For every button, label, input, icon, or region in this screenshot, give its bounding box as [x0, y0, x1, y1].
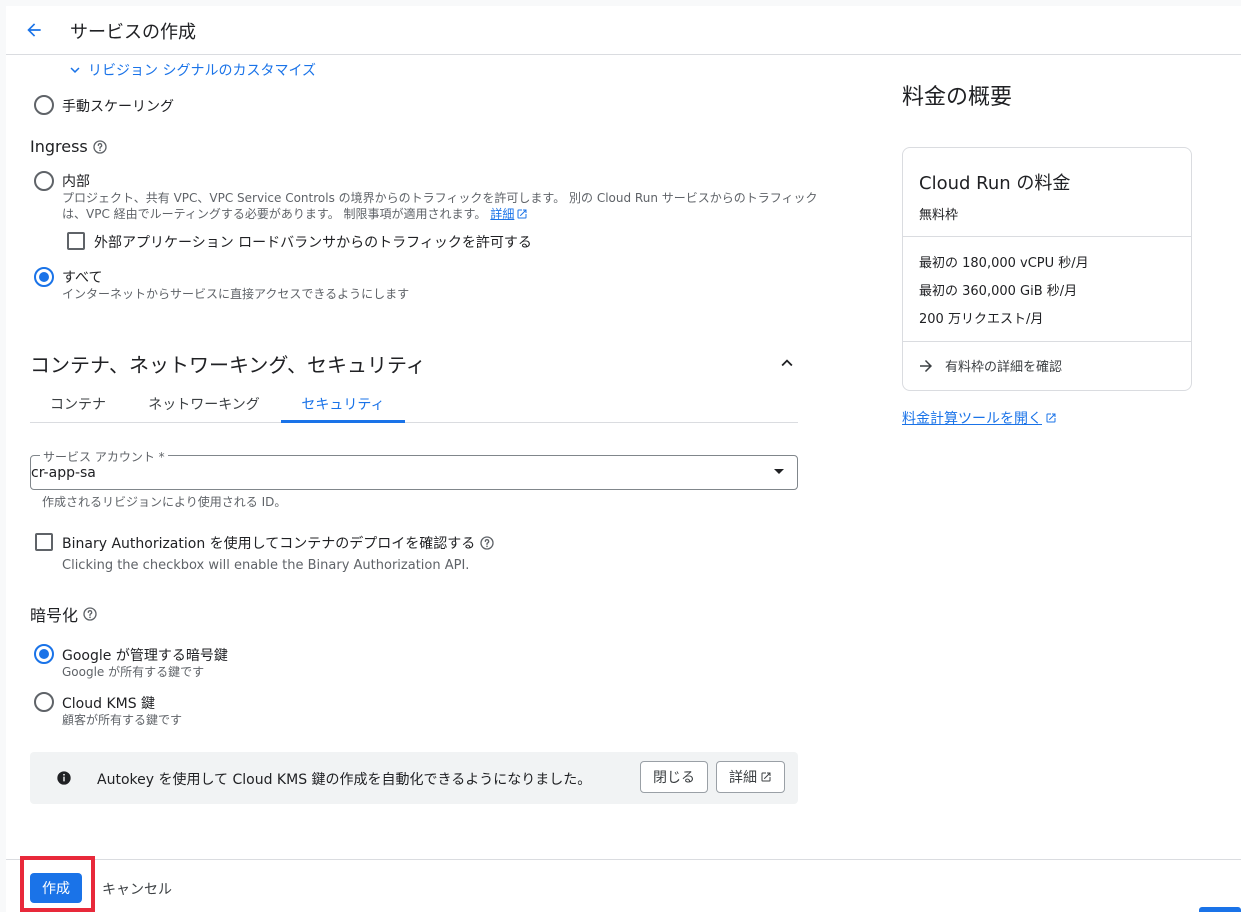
- collapse-section-button[interactable]: [776, 352, 798, 378]
- cancel-button[interactable]: キャンセル: [102, 879, 172, 899]
- help-icon[interactable]: [92, 139, 108, 155]
- ingress-details-link[interactable]: 詳細: [490, 206, 514, 222]
- header: サービスの作成: [6, 6, 1241, 55]
- pricing-card-divider-2: [903, 341, 1191, 342]
- pricing-item-3: 200 万リクエスト/月: [919, 312, 1044, 327]
- encryption-heading: 暗号化: [30, 602, 98, 626]
- service-account-hint: 作成されるリビジョンにより使用される ID。: [42, 495, 287, 509]
- manual-scaling-radio[interactable]: [34, 95, 54, 115]
- binary-auth-row: Binary Authorization を使用してコンテナのデプロイを確認する: [62, 533, 495, 553]
- page-title: サービスの作成: [70, 22, 196, 43]
- autokey-banner-text: Autokey を使用して Cloud KMS 鍵の作成を自動化できるようになり…: [97, 772, 592, 788]
- ingress-internal-desc-1: プロジェクト、共有 VPC、VPC Service Controls の境界から…: [62, 191, 818, 205]
- tab-active-indicator: [281, 420, 405, 423]
- info-icon: [57, 771, 71, 785]
- banner-close-label: 閉じる: [653, 770, 695, 786]
- pricing-card: Cloud Run の料金 無料枠 最初の 180,000 vCPU 秒/月 最…: [902, 147, 1192, 391]
- arrow-forward-icon: [920, 359, 932, 372]
- tab-networking[interactable]: ネットワーキング: [136, 394, 272, 414]
- chevron-up-icon: [781, 359, 793, 367]
- ingress-internal-radio[interactable]: [34, 171, 54, 191]
- open-in-new-icon: [517, 209, 527, 219]
- service-account-select[interactable]: サービス アカウント * cr-app-sa: [30, 448, 798, 490]
- tab-container[interactable]: コンテナ: [30, 394, 126, 414]
- help-icon[interactable]: [479, 535, 495, 551]
- external-lb-checkbox[interactable]: [67, 232, 85, 250]
- google-key-desc: Google が所有する鍵です: [62, 665, 205, 679]
- banner-details-label: 詳細: [729, 770, 757, 786]
- google-key-radio[interactable]: [34, 644, 54, 664]
- ingress-all-radio[interactable]: [34, 267, 54, 287]
- kms-key-label: Cloud KMS 鍵: [62, 696, 156, 712]
- dropdown-arrow-icon: [774, 469, 784, 474]
- binary-auth-desc: Clicking the checkbox will enable the Bi…: [62, 558, 470, 573]
- pricing-card-divider-1: [903, 236, 1191, 237]
- kms-key-desc: 顧客が所有する鍵です: [62, 713, 183, 727]
- banner-close-button[interactable]: 閉じる: [640, 761, 708, 793]
- help-icon[interactable]: [82, 606, 98, 622]
- ingress-all-label: すべて: [62, 270, 103, 286]
- pricing-item-2: 最初の 360,000 GiB 秒/月: [919, 284, 1078, 299]
- ingress-all-desc: インターネットからサービスに直接アクセスできるようにします: [62, 287, 410, 301]
- banner-details-button[interactable]: 詳細: [716, 761, 785, 793]
- revision-signals-toggle[interactable]: リビジョン シグナルのカスタマイズ: [66, 60, 316, 80]
- tab-security[interactable]: セキュリティ: [281, 394, 405, 414]
- paid-tier-details-label: 有料枠の詳細を確認: [945, 360, 1063, 375]
- pricing-item-1: 最初の 180,000 vCPU 秒/月: [919, 256, 1089, 271]
- pricing-card-subtitle: 無料枠: [919, 208, 959, 223]
- binary-auth-checkbox[interactable]: [35, 533, 53, 551]
- google-key-label: Google が管理する暗号鍵: [62, 648, 228, 664]
- tabs-divider: [30, 422, 798, 423]
- pricing-calculator-label: 料金計算ツールを開く: [902, 411, 1042, 427]
- external-lb-label: 外部アプリケーション ロードバランサからのトラフィックを許可する: [94, 235, 532, 251]
- create-button-label: 作成: [42, 881, 70, 897]
- service-account-label: サービス アカウント *: [40, 448, 168, 465]
- ingress-internal-label: 内部: [62, 174, 90, 190]
- manual-scaling-label: 手動スケーリング: [62, 99, 174, 115]
- corner-accent: [1199, 907, 1241, 912]
- paid-tier-details-link[interactable]: 有料枠の詳細を確認: [917, 356, 1062, 375]
- pricing-calculator-link[interactable]: 料金計算ツールを開く: [902, 408, 1057, 428]
- revision-signals-label: リビジョン シグナルのカスタマイズ: [88, 63, 317, 79]
- kms-key-radio[interactable]: [34, 692, 54, 712]
- service-account-value: cr-app-sa: [31, 465, 96, 481]
- ingress-internal-desc-2-row: は、VPC 経由でルーティングする必要があります。 制限事項が適用されます。 詳…: [62, 206, 528, 222]
- encryption-heading-text: 暗号化: [30, 606, 79, 625]
- container-section-heading: コンテナ、ネットワーキング、セキュリティ: [30, 353, 426, 377]
- footer-bar: [6, 859, 1241, 912]
- binary-auth-label: Binary Authorization を使用してコンテナのデプロイを確認する: [62, 536, 476, 552]
- ingress-heading-text: Ingress: [30, 137, 88, 156]
- back-button[interactable]: [20, 16, 48, 44]
- autokey-banner: Autokey を使用して Cloud KMS 鍵の作成を自動化できるようになり…: [30, 752, 798, 804]
- open-in-new-icon: [1046, 413, 1056, 423]
- pricing-card-title: Cloud Run の料金: [919, 173, 1071, 194]
- arrow-back-icon: [27, 23, 41, 37]
- page: サービスの作成 リビジョン シグナルのカスタマイズ 手動スケーリング Ingre…: [6, 6, 1241, 912]
- ingress-heading: Ingress: [30, 137, 108, 156]
- open-in-new-icon: [761, 772, 771, 782]
- ingress-internal-desc-2: は、VPC 経由でルーティングする必要があります。 制限事項が適用されます。: [62, 207, 487, 221]
- create-button[interactable]: 作成: [30, 873, 82, 903]
- chevron-down-icon: [70, 67, 80, 73]
- pricing-heading: 料金の概要: [902, 85, 1013, 110]
